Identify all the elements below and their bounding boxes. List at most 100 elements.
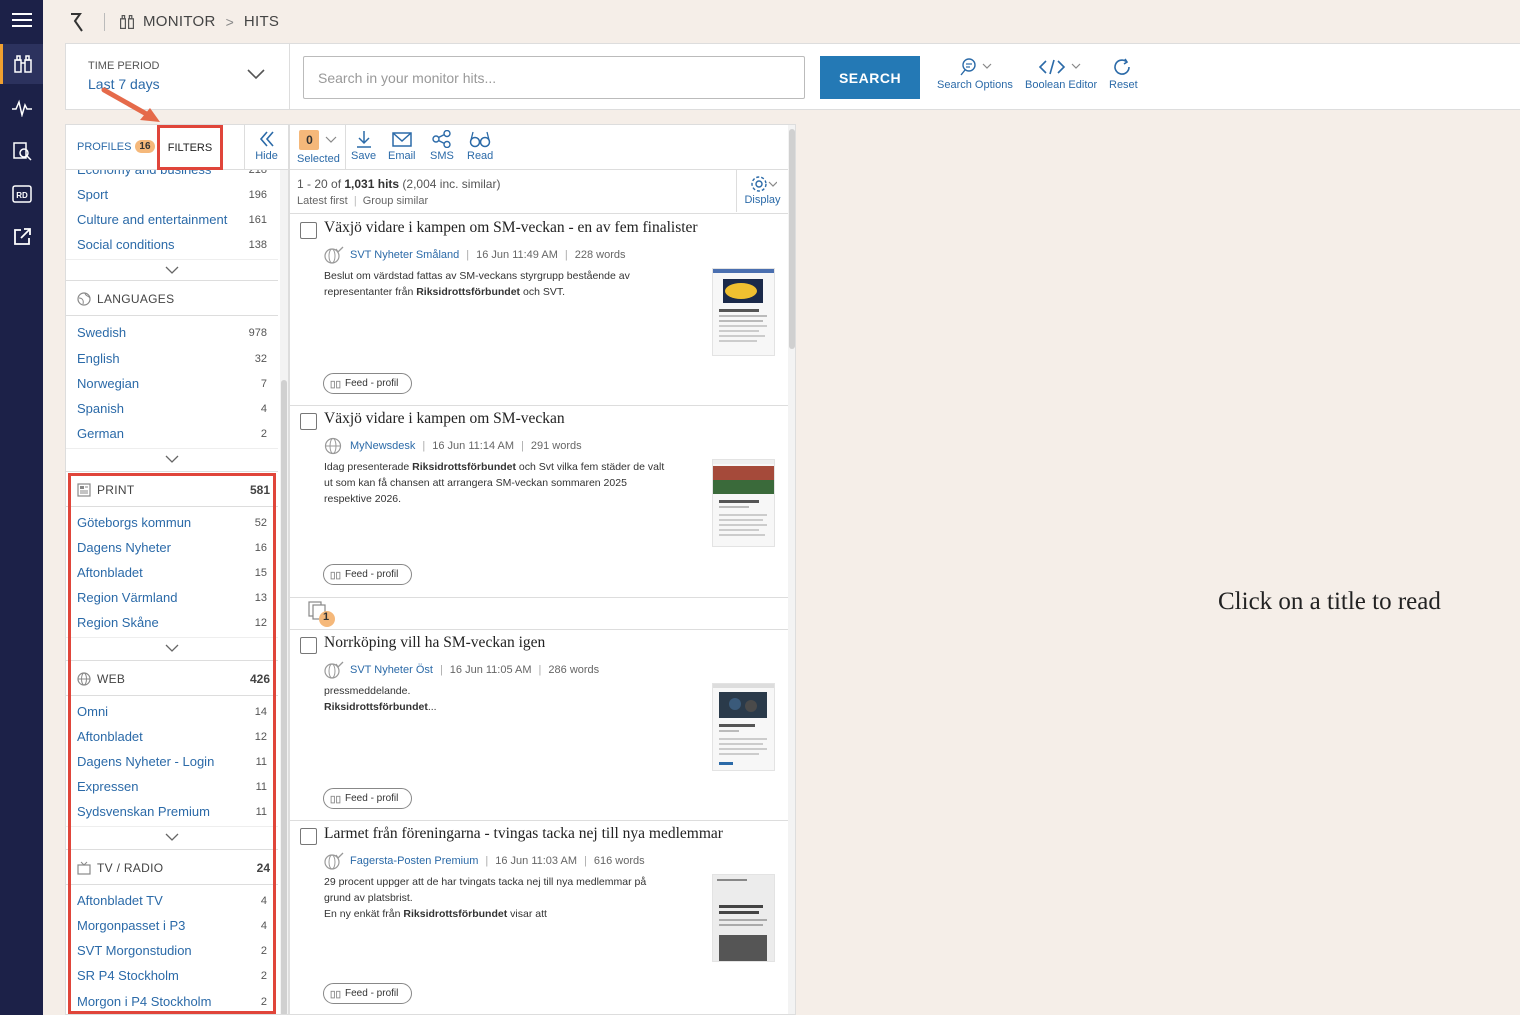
filter-item[interactable]: Social conditions 138	[77, 237, 267, 257]
hit-title[interactable]: Larmet från föreningarna - tvingas tacka…	[324, 825, 723, 843]
tab-profiles[interactable]: PROFILES 16	[77, 140, 155, 153]
filter-item-label: Spanish	[77, 401, 124, 416]
hit-thumbnail[interactable]	[712, 268, 775, 356]
expand-languages-button[interactable]	[66, 448, 278, 468]
filter-item-count: 196	[248, 189, 267, 201]
filter-item[interactable]: Norwegian 7	[77, 376, 267, 396]
filter-scrollbar[interactable]	[280, 170, 288, 1014]
sort-latest-first[interactable]: Latest first	[297, 195, 348, 207]
expand-web-button[interactable]	[66, 826, 278, 846]
similar-group-row[interactable]: 1	[290, 597, 788, 630]
filter-item-label: Aftonbladet	[77, 729, 143, 744]
document-search-icon[interactable]	[0, 131, 43, 171]
filter-item[interactable]: Sport 196	[77, 187, 267, 207]
hit-source[interactable]: Fagersta-Posten Premium	[350, 855, 478, 867]
menu-icon[interactable]	[0, 0, 43, 40]
hit-item: Växjö vidare i kampen om SM-veckan MyNew…	[290, 405, 788, 597]
glasses-icon	[469, 131, 491, 148]
reset-icon	[1114, 58, 1131, 75]
filter-item[interactable]: Aftonbladet TV 4	[77, 893, 267, 913]
filter-item[interactable]: Expressen 11	[77, 779, 267, 799]
tv-icon	[77, 861, 91, 875]
web-section-header[interactable]: WEB 426	[66, 660, 278, 696]
feed-tag[interactable]: Feed - profil	[323, 983, 412, 1004]
tab-filters[interactable]: FILTERS	[157, 125, 223, 170]
feed-tag[interactable]: Feed - profil	[323, 788, 412, 809]
hit-date: 16 Jun 11:49 AM	[476, 249, 558, 261]
expand-topics-button[interactable]	[66, 259, 278, 279]
hit-thumbnail[interactable]	[712, 874, 775, 962]
print-title: PRINT	[97, 483, 135, 497]
rd-icon[interactable]: RD	[0, 174, 43, 214]
search-input[interactable]	[303, 56, 805, 99]
group-similar-toggle[interactable]: Group similar	[363, 195, 428, 207]
search-button[interactable]: SEARCH	[820, 56, 920, 99]
svg-text:RD: RD	[16, 191, 28, 200]
filter-item[interactable]: German 2	[77, 426, 267, 446]
filter-item[interactable]: Spanish 4	[77, 401, 267, 421]
filter-item[interactable]: Swedish 978	[77, 325, 267, 345]
read-button[interactable]: Read	[467, 130, 493, 162]
filter-item[interactable]: Culture and entertainment 161	[77, 212, 267, 232]
filter-item-label: Sydsvenskan Premium	[77, 804, 210, 819]
search-options-label: Search Options	[937, 79, 1013, 91]
hit-checkbox[interactable]	[300, 222, 317, 239]
selected-dropdown[interactable]: 0 Selected	[297, 130, 340, 165]
print-section-header[interactable]: PRINT 581	[66, 471, 278, 507]
boolean-editor-button[interactable]: Boolean Editor	[1025, 58, 1097, 91]
filter-item-label: Expressen	[77, 779, 139, 794]
email-button[interactable]: Email	[388, 130, 416, 162]
display-settings-button[interactable]: Display	[736, 170, 788, 212]
filter-item-count: 2	[260, 945, 267, 957]
hit-title[interactable]: Växjö vidare i kampen om SM-veckan - en …	[324, 219, 698, 237]
search-options-button[interactable]: Search Options	[937, 58, 1013, 91]
binoculars-icon[interactable]	[0, 44, 43, 84]
languages-section-header[interactable]: LANGUAGES	[66, 280, 278, 316]
filter-item[interactable]: Aftonbladet 12	[77, 729, 267, 749]
hit-checkbox[interactable]	[300, 413, 317, 430]
brand-logo-icon[interactable]	[68, 11, 86, 33]
filter-item[interactable]: English 32	[77, 351, 267, 371]
filter-item[interactable]: Aftonbladet 15	[77, 565, 267, 585]
hit-title[interactable]: Växjö vidare i kampen om SM-veckan	[324, 410, 565, 428]
tvradio-section-header[interactable]: TV / RADIO 24	[66, 849, 278, 885]
breadcrumb-monitor[interactable]: MONITOR	[143, 13, 216, 30]
hide-panel-button[interactable]: Hide	[244, 125, 288, 170]
filter-scrollbar-thumb[interactable]	[281, 380, 287, 1014]
hit-thumbnail[interactable]	[712, 683, 775, 771]
hit-checkbox[interactable]	[300, 828, 317, 845]
filter-item[interactable]: SVT Morgonstudion 2	[77, 943, 267, 963]
filter-item[interactable]: Dagens Nyheter 16	[77, 540, 267, 560]
feed-tag-label: Feed - profil	[345, 988, 399, 999]
filter-item[interactable]: Morgon i P4 Stockholm 2	[77, 994, 267, 1014]
expand-print-button[interactable]	[66, 637, 278, 657]
filter-item[interactable]: SR P4 Stockholm 2	[77, 968, 267, 988]
pulse-icon[interactable]	[0, 88, 43, 128]
hit-checkbox[interactable]	[300, 637, 317, 654]
sms-button[interactable]: SMS	[430, 130, 454, 162]
hits-scrollbar[interactable]	[788, 125, 795, 1014]
hit-source[interactable]: SVT Nyheter Öst	[350, 664, 433, 676]
hits-scrollbar-thumb[interactable]	[789, 129, 795, 349]
external-link-icon[interactable]	[0, 217, 43, 257]
filter-item[interactable]: Region Skåne 12	[77, 615, 267, 635]
filter-item-count: 4	[260, 920, 267, 932]
hit-title[interactable]: Norrköping vill ha SM-veckan igen	[324, 634, 545, 652]
reset-button[interactable]: Reset	[1109, 58, 1138, 91]
filter-item[interactable]: Göteborgs kommun 52	[77, 515, 267, 535]
feed-tag[interactable]: Feed - profil	[323, 564, 412, 585]
selected-label: Selected	[297, 153, 340, 165]
filter-item[interactable]: Morgonpasset i P3 4	[77, 918, 267, 938]
filter-item-label: English	[77, 351, 120, 366]
filter-item[interactable]: Sydsvenskan Premium 11	[77, 804, 267, 824]
filter-item[interactable]: Region Värmland 13	[77, 590, 267, 610]
filter-item[interactable]: Omni 14	[77, 704, 267, 724]
hit-thumbnail[interactable]	[712, 459, 775, 547]
hits-list-panel: 0 Selected Save Email SMS Read 1 - 20 of…	[289, 124, 796, 1015]
save-button[interactable]: Save	[351, 130, 376, 162]
filter-item[interactable]: Dagens Nyheter - Login 11	[77, 754, 267, 774]
hit-source[interactable]: SVT Nyheter Småland	[350, 249, 459, 261]
filter-item-count: 12	[254, 617, 267, 629]
hit-source[interactable]: MyNewsdesk	[350, 440, 415, 452]
feed-tag[interactable]: Feed - profil	[323, 373, 412, 394]
